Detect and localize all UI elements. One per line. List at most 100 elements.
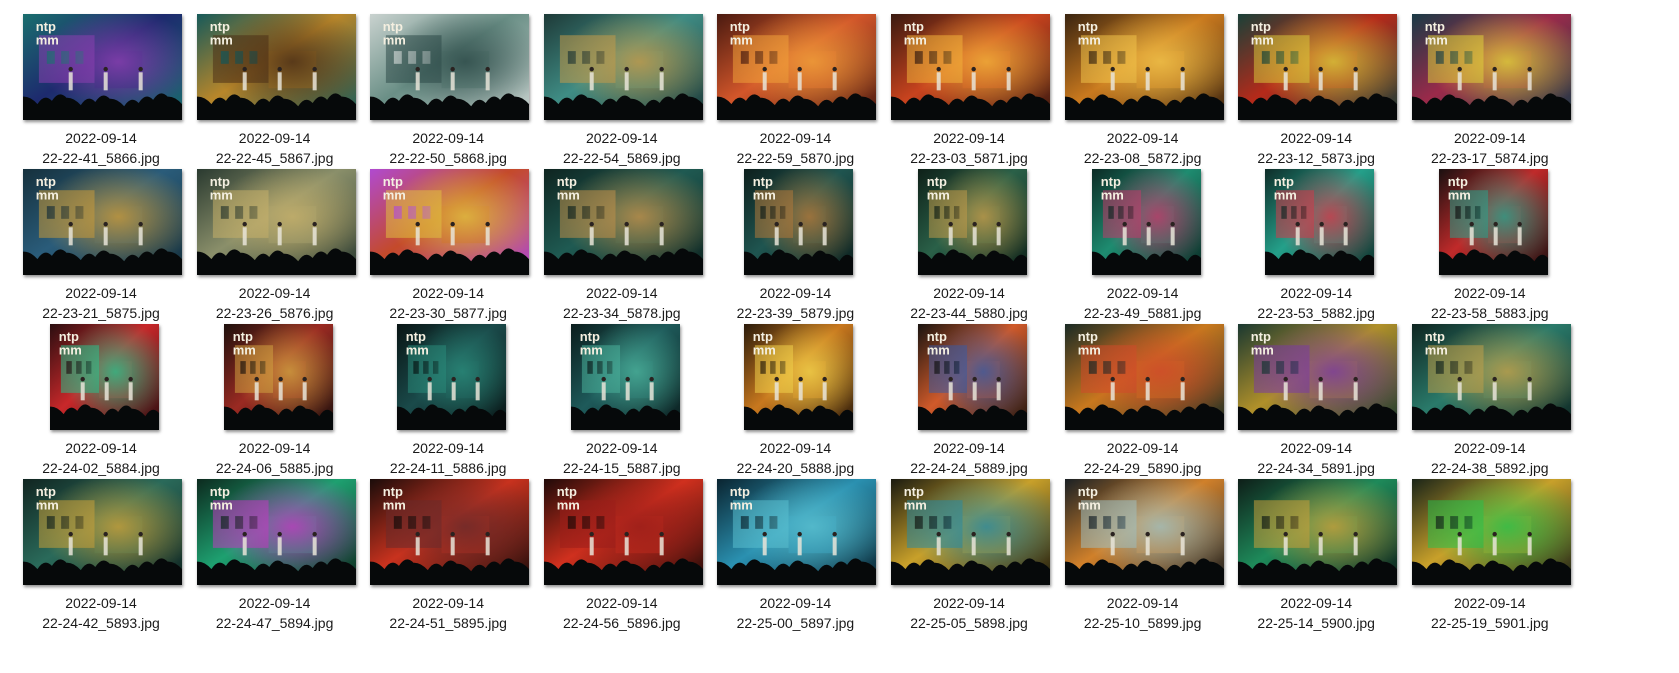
file-item[interactable]: ntp mm 2022-09-14 22-24-29_5890.jpg	[1050, 310, 1236, 476]
photo-thumbnail[interactable]: ntp mm	[1238, 324, 1398, 430]
svg-text:mm: mm	[927, 343, 950, 358]
file-name-label[interactable]: 2022-09-14 22-25-14_5900.jpg	[1223, 593, 1409, 633]
file-item[interactable]: ntp mm 2022-09-14 22-23-26_5876.jpg	[182, 155, 368, 321]
file-item[interactable]: 2022-09-14 22-25-14_5900.jpg	[1223, 465, 1409, 631]
file-item[interactable]: ntp mm 2022-09-14 22-24-38_5892.jpg	[1397, 310, 1583, 476]
photo-thumbnail[interactable]: ntp mm	[1091, 169, 1201, 275]
file-item[interactable]: ntp mm 2022-09-14 22-23-21_5875.jpg	[8, 155, 194, 321]
file-item[interactable]: ntp mm 2022-09-14 22-24-51_5895.jpg	[355, 465, 541, 631]
file-item[interactable]: ntp mm 2022-09-14 22-24-56_5896.jpg	[529, 465, 715, 631]
photo-thumbnail[interactable]: ntp mm	[543, 479, 703, 585]
file-item[interactable]: ntp mm 2022-09-14 22-24-47_5894.jpg	[182, 465, 368, 631]
file-name-date: 2022-09-14	[65, 440, 137, 456]
svg-text:mm: mm	[209, 498, 232, 513]
file-item[interactable]: ntp mm 2022-09-14 22-25-10_5899.jpg	[1050, 465, 1236, 631]
file-item[interactable]: ntp mm 2022-09-14 22-23-44_5880.jpg	[876, 155, 1062, 321]
photo-thumbnail[interactable]: ntp mm	[397, 324, 507, 430]
svg-text:ntp: ntp	[904, 484, 924, 499]
photo-thumbnail[interactable]: ntp mm	[196, 14, 356, 120]
file-item[interactable]: ntp mm 2022-09-14 22-24-24_5889.jpg	[876, 310, 1062, 476]
photo-thumbnail[interactable]: ntp mm	[23, 169, 182, 275]
svg-text:mm: mm	[383, 188, 406, 203]
file-item[interactable]: ntp mm 2022-09-14 22-23-03_5871.jpg	[876, 0, 1062, 166]
photo-thumbnail[interactable]: ntp mm	[744, 324, 854, 430]
photo-thumbnail[interactable]	[1411, 479, 1571, 585]
file-item[interactable]: ntp mm 2022-09-14 22-22-50_5868.jpg	[355, 0, 541, 166]
file-item[interactable]: ntp mm 2022-09-14 22-22-41_5866.jpg	[8, 0, 194, 166]
file-item[interactable]: 2022-09-14 22-22-54_5869.jpg	[529, 0, 715, 166]
file-name-date: 2022-09-14	[759, 595, 832, 611]
photo-thumbnail[interactable]: ntp mm	[717, 479, 877, 585]
file-item[interactable]: ntp mm 2022-09-14 22-23-49_5881.jpg	[1050, 155, 1236, 321]
photo-thumbnail[interactable]: ntp mm	[1411, 14, 1571, 120]
file-item[interactable]: ntp mm 2022-09-14 22-22-45_5867.jpg	[182, 0, 368, 166]
file-item[interactable]: ntp mm 2022-09-14 22-24-34_5891.jpg	[1223, 310, 1409, 476]
photo-thumbnail[interactable]: ntp mm	[50, 324, 159, 430]
photo-thumbnail[interactable]: ntp mm	[370, 479, 530, 585]
file-name-date: 2022-09-14	[1106, 285, 1179, 301]
file-item[interactable]: ntp mm 2022-09-14 22-24-20_5888.jpg	[702, 310, 888, 476]
photo-thumbnail[interactable]: ntp mm	[1238, 14, 1398, 120]
file-item[interactable]: ntp mm 2022-09-14 22-24-02_5884.jpg	[8, 310, 194, 476]
photo-thumbnail[interactable]: ntp mm	[744, 169, 854, 275]
file-name-date: 2022-09-14	[933, 595, 1005, 611]
file-name-label[interactable]: 2022-09-14 22-24-42_5893.jpg	[8, 593, 194, 633]
photo-thumbnail[interactable]: ntp mm	[196, 169, 356, 275]
photo-thumbnail[interactable]: ntp mm	[196, 479, 356, 585]
file-name-label[interactable]: 2022-09-14 22-24-51_5895.jpg	[355, 593, 541, 633]
file-item[interactable]: 2022-09-14 22-25-19_5901.jpg	[1397, 465, 1583, 631]
file-name-label[interactable]: 2022-09-14 22-24-47_5894.jpg	[182, 593, 368, 633]
photo-thumbnail[interactable]: ntp mm	[1265, 169, 1375, 275]
file-item[interactable]: ntp mm 2022-09-14 22-23-17_5874.jpg	[1397, 0, 1583, 166]
photo-thumbnail[interactable]: ntp mm	[543, 169, 703, 275]
file-name-suffix: 22-24-51_5895.jpg	[389, 615, 507, 631]
file-item[interactable]: ntp mm 2022-09-14 22-23-08_5872.jpg	[1050, 0, 1236, 166]
file-name-date: 2022-09-14	[65, 130, 137, 146]
file-item[interactable]: ntp mm 2022-09-14 22-24-42_5893.jpg	[8, 465, 194, 631]
photo-thumbnail[interactable]: ntp mm	[1064, 14, 1224, 120]
photo-thumbnail[interactable]: ntp mm	[570, 324, 680, 430]
file-item[interactable]: ntp mm 2022-09-14 22-23-53_5882.jpg	[1223, 155, 1409, 321]
thumbnail-frame: ntp mm	[1050, 10, 1236, 123]
thumbnail-frame: ntp mm	[529, 165, 715, 278]
file-item[interactable]: ntp mm 2022-09-14 22-23-39_5879.jpg	[702, 155, 888, 321]
photo-thumbnail[interactable]: ntp mm	[23, 14, 182, 120]
photo-thumbnail[interactable]: ntp mm	[223, 324, 333, 430]
photo-thumbnail[interactable]: ntp mm	[717, 14, 877, 120]
photo-thumbnail[interactable]: ntp mm	[918, 324, 1027, 430]
thumbnail-frame: ntp mm	[876, 10, 1062, 123]
file-name-label[interactable]: 2022-09-14 22-25-00_5897.jpg	[702, 593, 888, 633]
file-item[interactable]: ntp mm 2022-09-14 22-23-12_5873.jpg	[1223, 0, 1409, 166]
file-item[interactable]: ntp mm 2022-09-14 22-25-00_5897.jpg	[702, 465, 888, 631]
svg-text:ntp: ntp	[383, 484, 403, 499]
thumbnail-frame	[529, 10, 715, 123]
photo-thumbnail[interactable]: ntp mm	[891, 14, 1050, 120]
file-name-suffix: 22-25-19_5901.jpg	[1431, 615, 1549, 631]
svg-text:mm: mm	[1077, 33, 1100, 48]
photo-thumbnail[interactable]: ntp mm	[23, 479, 182, 585]
file-item[interactable]: ntp mm 2022-09-14 22-24-06_5885.jpg	[182, 310, 368, 476]
file-item[interactable]: ntp mm 2022-09-14 22-24-15_5887.jpg	[529, 310, 715, 476]
photo-thumbnail[interactable]	[1238, 479, 1398, 585]
file-item[interactable]: ntp mm 2022-09-14 22-22-59_5870.jpg	[702, 0, 888, 166]
file-name-label[interactable]: 2022-09-14 22-25-19_5901.jpg	[1397, 593, 1583, 633]
photo-thumbnail[interactable]: ntp mm	[1438, 169, 1548, 275]
file-item[interactable]: ntp mm 2022-09-14 22-25-05_5898.jpg	[876, 465, 1062, 631]
photo-thumbnail[interactable]: ntp mm	[370, 14, 530, 120]
file-item[interactable]: ntp mm 2022-09-14 22-23-58_5883.jpg	[1397, 155, 1583, 321]
photo-thumbnail[interactable]: ntp mm	[1064, 324, 1224, 430]
photo-thumbnail[interactable]: ntp mm	[1411, 324, 1571, 430]
photo-thumbnail[interactable]	[543, 14, 703, 120]
file-name-label[interactable]: 2022-09-14 22-25-05_5898.jpg	[876, 593, 1062, 633]
file-item[interactable]: ntp mm 2022-09-14 22-24-11_5886.jpg	[355, 310, 541, 476]
photo-thumbnail[interactable]: ntp mm	[1064, 479, 1224, 585]
svg-text:mm: mm	[36, 33, 59, 48]
photo-thumbnail[interactable]: ntp mm	[370, 169, 530, 275]
file-item[interactable]: ntp mm 2022-09-14 22-23-30_5877.jpg	[355, 155, 541, 321]
photo-thumbnail[interactable]: ntp mm	[891, 479, 1050, 585]
file-name-label[interactable]: 2022-09-14 22-25-10_5899.jpg	[1050, 593, 1236, 633]
file-item[interactable]: ntp mm 2022-09-14 22-23-34_5878.jpg	[529, 155, 715, 321]
photo-thumbnail[interactable]: ntp mm	[918, 169, 1027, 275]
file-name-label[interactable]: 2022-09-14 22-24-56_5896.jpg	[529, 593, 715, 633]
file-name-date: 2022-09-14	[65, 285, 137, 301]
